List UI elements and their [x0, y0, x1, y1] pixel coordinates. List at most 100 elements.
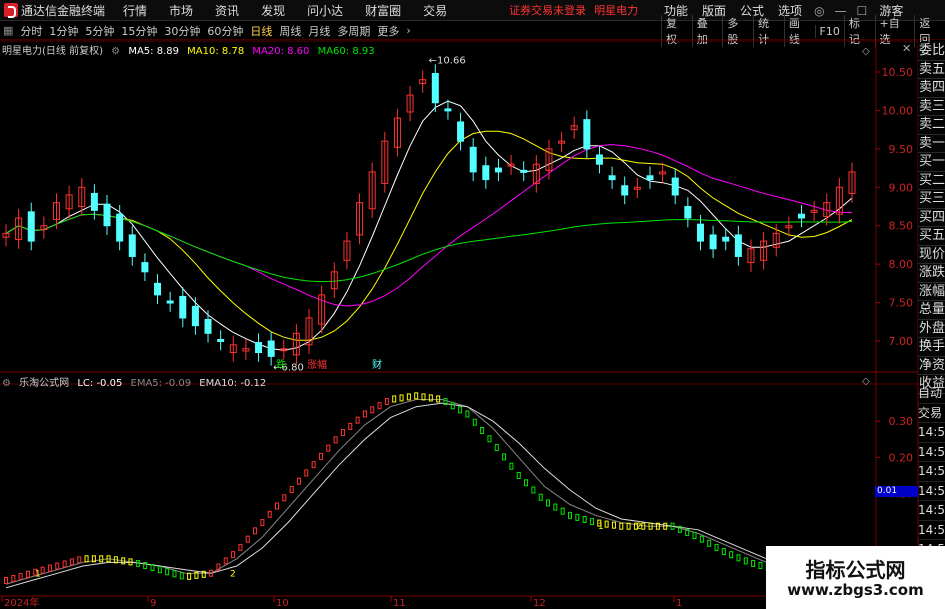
candle-body	[469, 146, 477, 173]
lc-dot	[714, 543, 719, 551]
candle-body	[595, 154, 603, 165]
lc-dot	[641, 522, 646, 530]
lc-dot	[275, 502, 280, 510]
lc-dot	[699, 535, 704, 543]
lc-dot	[758, 562, 763, 570]
ma10-value: MA10: 8.78	[187, 46, 245, 57]
lc-dot	[47, 564, 52, 572]
lc-dot	[568, 511, 572, 519]
lc-dot	[238, 543, 243, 551]
sidebar-item: 卖二	[918, 116, 945, 135]
ema10-line	[5, 402, 853, 589]
candle-body	[179, 295, 187, 319]
watermark: 指标公式网 www.zbgs3.com	[766, 546, 945, 609]
ma5-line	[5, 100, 853, 351]
lc-dot	[187, 572, 192, 580]
lc-dot	[472, 418, 477, 426]
lc-dot	[392, 395, 397, 403]
lc-dot	[318, 452, 323, 460]
lc-dot	[326, 444, 331, 452]
price-tick-label: 9.50	[889, 143, 914, 156]
candle-body	[457, 121, 465, 142]
lc-dot	[157, 566, 162, 574]
ma60-value: MA60: 8.93	[317, 46, 375, 57]
main-legend: 明星电力(日线 前复权) ⚙ MA5: 8.89 MA10: 8.78 MA20…	[2, 42, 380, 57]
sidebar-item: 买一	[918, 153, 945, 172]
candle-body	[621, 185, 629, 196]
kline-chart[interactable]: 10.50 10.00 9.50 9.00 8.50 8.00 7.50 7.00 0.30 0.…	[0, 0, 945, 609]
sidebar-item: 涨跌	[918, 264, 945, 283]
auto-trade-label[interactable]: 交易	[918, 404, 945, 423]
sidebar-item: 涨幅	[918, 283, 945, 301]
trade-time: 14:56	[918, 521, 945, 540]
lc-dot	[25, 570, 30, 578]
candle-body	[684, 206, 692, 219]
trade-time: 14:56	[918, 443, 945, 462]
signal-marker: 1	[598, 522, 604, 532]
lc-dot	[436, 395, 441, 403]
candle-body	[154, 282, 162, 296]
candle-body	[608, 175, 616, 181]
x-tick-label: 10	[276, 598, 289, 609]
auto-trade-label[interactable]: 自动	[918, 384, 945, 404]
lc-dot	[172, 570, 177, 578]
x-tick-label: 11	[393, 598, 406, 609]
candle-body	[646, 175, 654, 181]
lc-dot	[465, 410, 470, 418]
sidebar-item: 买二	[918, 172, 945, 190]
candle-body	[482, 165, 490, 181]
diamond-icon[interactable]: ◇	[862, 46, 870, 57]
lc-dot	[480, 427, 485, 435]
lc-dot	[223, 557, 228, 565]
lc-dot	[62, 560, 67, 568]
lc-dot	[604, 520, 609, 528]
sidebar-item: 买五	[918, 227, 945, 246]
candle-body	[520, 169, 528, 173]
settings-icon[interactable]: ⚙	[111, 46, 120, 57]
lc-dot	[619, 522, 624, 530]
settings-icon-2[interactable]: ⚙	[2, 378, 11, 389]
close-icon[interactable]: ✕	[902, 42, 911, 55]
candle-body	[734, 234, 742, 257]
lc-dot	[55, 562, 60, 570]
candle-body	[722, 236, 730, 242]
lc-dot	[245, 535, 250, 543]
diamond-icon-2[interactable]: ◇	[862, 376, 870, 387]
lc-dot	[179, 572, 184, 580]
lc-dot	[531, 486, 536, 494]
lc-dot	[414, 392, 419, 400]
sidebar-item: 卖一	[918, 135, 945, 153]
watermark-url: www.zbgs3.com	[787, 581, 924, 599]
candle-body	[166, 300, 174, 304]
price-tick-label: 9.00	[889, 181, 914, 194]
lc-dot	[84, 555, 89, 563]
lc-dot	[428, 394, 433, 402]
lc-dot	[348, 422, 353, 430]
ema5-value: EMA5: -0.09	[130, 378, 192, 389]
lc-dot	[546, 499, 551, 507]
x-tick-label: 2024年	[4, 596, 39, 609]
lc-dot	[487, 435, 492, 443]
lc-dot	[736, 554, 741, 562]
price-tick-label: 7.00	[889, 335, 914, 348]
ema10-value: EMA10: -0.12	[199, 378, 267, 389]
lc-dot	[135, 559, 140, 567]
lc-dot	[721, 548, 726, 556]
lc-dot	[77, 556, 82, 564]
lc-dot	[524, 479, 529, 487]
lc-dot	[304, 469, 309, 477]
lc-dot	[370, 406, 375, 414]
ma20-value: MA20: 8.60	[252, 46, 310, 57]
lc-dot	[99, 555, 104, 563]
signal-marker: 2	[230, 569, 236, 579]
sub-legend: ⚙ 乐淘公式网 LC: -0.05 EMA5: -0.09 EMA10: -0.…	[2, 374, 271, 389]
lc-dot	[69, 558, 74, 566]
lc-dot	[575, 513, 580, 521]
candle-body	[116, 213, 124, 242]
sidebar-item: 总量	[918, 301, 945, 320]
lc-dot	[611, 521, 616, 529]
candle-body	[128, 234, 136, 257]
lc-dot	[267, 510, 272, 518]
sub-tick-label: 0.20	[889, 451, 914, 464]
lc-dot	[11, 574, 16, 582]
